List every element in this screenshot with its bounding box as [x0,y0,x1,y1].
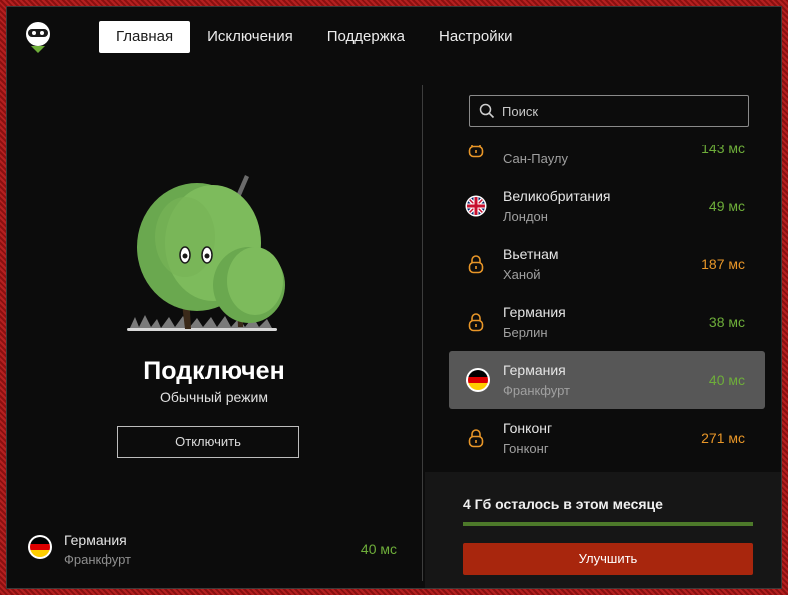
server-ping: 187 мс [701,256,745,272]
server-ping: 49 мс [708,198,745,214]
lock-icon [468,429,484,448]
server-ping: 271 мс [701,430,745,446]
connection-mode-label: Обычный режим [160,389,268,405]
server-row[interactable]: Сан-Паулу 143 мс [449,145,765,177]
server-city: Франкфурт [503,383,571,398]
server-row[interactable]: Гонконг Гонконг 271 мс [449,409,765,467]
server-country: Великобритания [503,188,611,204]
lock-icon [468,313,484,332]
current-city: Франкфурт [64,552,132,567]
top-bar: Главная Исключения Поддержка Настройки [7,7,781,67]
server-city: Лондон [503,209,548,224]
search-box [469,95,749,127]
connection-panel: Подключен Обычный режим Отключить Герман… [7,67,421,588]
server-ping: 143 мс [701,145,745,156]
main-tabs: Главная Исключения Поддержка Настройки [99,21,530,53]
server-panel: Сан-Паулу 143 мс Великобритания Ло [425,67,781,588]
germany-flag-icon [28,535,52,559]
search-input[interactable] [502,96,742,126]
germany-flag-icon [466,368,490,392]
connection-status-title: Подключен [143,357,285,385]
server-row-selected[interactable]: Германия Франкфурт 40 мс [449,351,765,409]
server-country: Германия [503,362,566,378]
current-location[interactable]: Германия Франкфурт 40 мс [27,529,397,569]
server-row[interactable]: Великобритания Лондон 49 мс [449,177,765,235]
server-list[interactable]: Сан-Паулу 143 мс Великобритания Лондон 4… [449,145,767,471]
current-ping: 40 мс [360,541,397,557]
app-window: Главная Исключения Поддержка Настройки П… [6,6,782,589]
server-city: Гонконг [503,441,549,456]
tab-settings[interactable]: Настройки [422,21,530,53]
current-country: Германия [64,532,127,548]
tab-exclusions[interactable]: Исключения [190,21,310,53]
server-ping: 38 мс [708,314,745,330]
lock-icon [468,255,484,274]
server-city: Берлин [503,325,548,340]
disconnect-button[interactable]: Отключить [117,426,299,458]
quota-progress-bar [463,522,753,526]
server-city: Ханой [503,267,541,282]
quota-remaining-text: 4 Гб осталось в этом месяце [463,496,663,512]
bush-mascot-illustration [127,175,285,331]
server-city: Сан-Паулу [503,151,568,166]
tab-home[interactable]: Главная [99,21,191,53]
app-logo-icon [26,22,50,53]
server-country: Германия [503,304,566,320]
lock-icon [468,145,484,158]
upgrade-button[interactable]: Улучшить [463,543,753,575]
server-country: Вьетнам [503,246,559,262]
server-row[interactable]: Вьетнам Ханой 187 мс [449,235,765,293]
quota-progress-fill [463,522,753,526]
tab-support[interactable]: Поддержка [310,21,422,53]
server-row[interactable]: Германия Берлин 38 мс [449,293,765,351]
quota-panel: 4 Гб осталось в этом месяце Улучшить [425,472,781,588]
panel-divider [422,85,423,581]
server-country: Гонконг [503,420,553,436]
server-ping: 40 мс [708,372,745,388]
uk-flag-icon [465,195,487,217]
search-icon [479,103,495,119]
